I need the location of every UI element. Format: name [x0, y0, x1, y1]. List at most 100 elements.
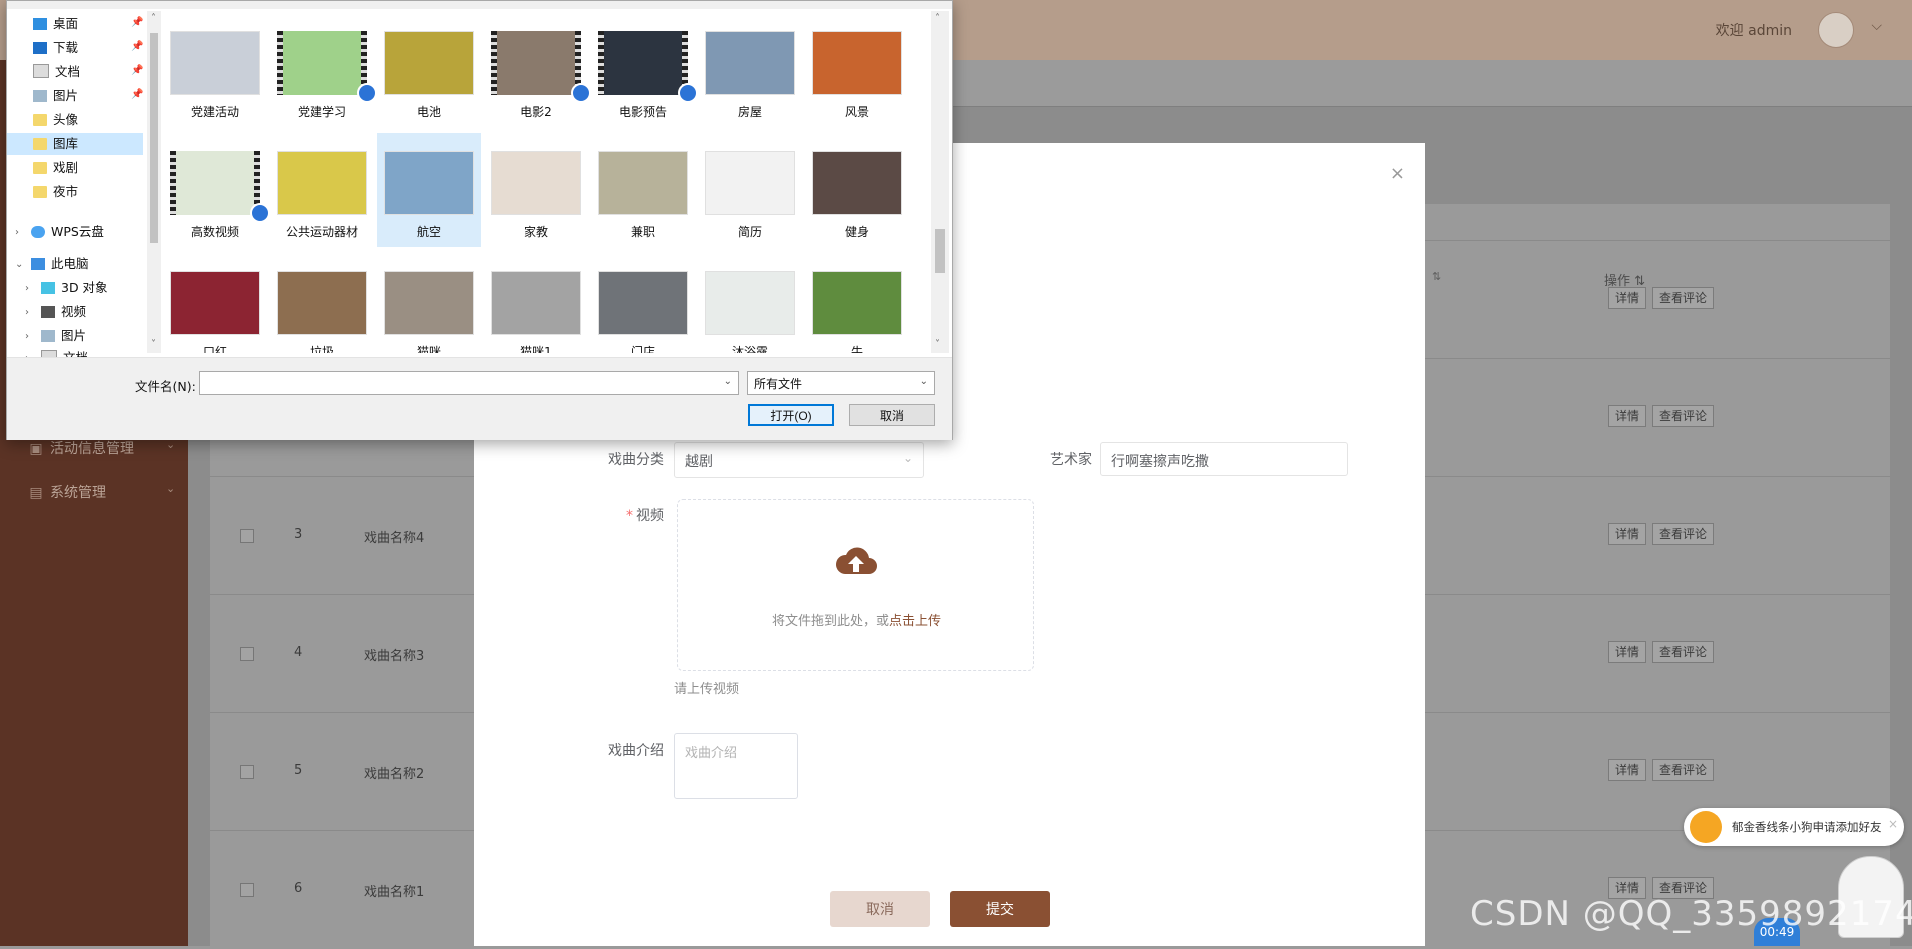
- file-item[interactable]: 猫咪1: [484, 253, 588, 353]
- file-open-dialog: 桌面 📌 下载 📌 文档 📌 图片 📌 头像 图库 戏剧 夜市 › WPS云盘 …: [6, 0, 953, 440]
- sidebar-item-activity[interactable]: ▣ 活动信息管理 ⌄: [28, 438, 175, 458]
- file-item[interactable]: 航空: [377, 133, 481, 247]
- nav-item-label: 图片: [61, 328, 87, 343]
- chevron-down-icon[interactable]: ⌄: [724, 376, 732, 387]
- scroll-up-icon[interactable]: ˄: [935, 13, 940, 24]
- view-comments-button[interactable]: 查看评论: [1652, 759, 1715, 781]
- view-comments-button[interactable]: 查看评论: [1652, 287, 1715, 309]
- chevron-down-icon[interactable]: ⌵: [1871, 18, 1882, 34]
- nav-item-3d-objects[interactable]: 3D 对象: [41, 277, 108, 299]
- filename-input[interactable]: ⌄: [199, 371, 739, 395]
- detail-button[interactable]: 详情: [1608, 641, 1647, 663]
- nav-item-downloads[interactable]: 下载: [33, 37, 78, 59]
- scroll-down-icon[interactable]: ˅: [935, 339, 940, 350]
- scroll-thumb[interactable]: [935, 229, 945, 273]
- nav-item-avatar[interactable]: 头像: [33, 109, 78, 131]
- chevron-right-icon[interactable]: ›: [25, 283, 29, 294]
- file-item[interactable]: 党建活动: [163, 13, 267, 127]
- row-index: 6: [294, 881, 303, 896]
- file-item[interactable]: 沐浴露: [698, 253, 802, 353]
- file-item[interactable]: 简历: [698, 133, 802, 247]
- chevron-right-icon[interactable]: ›: [25, 331, 29, 342]
- intro-textarea[interactable]: 戏曲介绍: [674, 733, 798, 799]
- file-item[interactable]: 电池: [377, 13, 481, 127]
- nav-item-this-pc[interactable]: 此电脑: [31, 253, 89, 275]
- file-item[interactable]: 猫咪: [377, 253, 481, 353]
- row-name: 戏曲名称2: [364, 767, 425, 782]
- nav-item-drama[interactable]: 戏剧: [33, 157, 78, 179]
- file-item[interactable]: 家教: [484, 133, 588, 247]
- image-thumbnail: [812, 151, 902, 215]
- nav-item-documents[interactable]: 文档: [33, 61, 80, 83]
- row-checkbox[interactable]: [240, 529, 254, 543]
- file-item[interactable]: 风景: [805, 13, 909, 127]
- nav-item-gallery[interactable]: 图库: [7, 133, 143, 155]
- folder-icon: [33, 114, 47, 126]
- submit-button[interactable]: 提交: [950, 891, 1050, 927]
- nav-item-label: 视频: [61, 304, 87, 319]
- nav-item-desktop[interactable]: 桌面: [33, 13, 78, 35]
- user-avatar[interactable]: [1818, 12, 1854, 48]
- file-item[interactable]: 口红: [163, 253, 267, 353]
- file-item[interactable]: 党建学习: [270, 13, 377, 127]
- file-item[interactable]: 高数视频: [163, 133, 270, 247]
- file-item[interactable]: 公共运动器材: [270, 133, 374, 247]
- image-thumbnail: [812, 271, 902, 335]
- close-icon[interactable]: ×: [1888, 817, 1898, 831]
- file-item[interactable]: 健身: [805, 133, 909, 247]
- scroll-thumb[interactable]: [150, 33, 158, 243]
- nav-item-wps-cloud[interactable]: WPS云盘: [31, 221, 104, 243]
- artist-input[interactable]: 行啊塞擦声吃撒: [1100, 442, 1348, 476]
- nav-item-label: 3D 对象: [61, 280, 108, 295]
- file-item[interactable]: 电影2: [484, 13, 591, 127]
- open-button[interactable]: 打开(O): [748, 404, 834, 426]
- scroll-down-icon[interactable]: ˅: [151, 339, 156, 350]
- video-upload-dropzone[interactable]: 将文件拖到此处，或点击上传: [677, 499, 1034, 671]
- file-type-filter[interactable]: 所有文件 ⌄: [747, 371, 935, 395]
- cancel-button[interactable]: 取消: [830, 891, 930, 927]
- nav-item-night-market[interactable]: 夜市: [33, 181, 78, 203]
- row-checkbox[interactable]: [240, 765, 254, 779]
- detail-button[interactable]: 详情: [1608, 287, 1647, 309]
- chevron-down-icon[interactable]: ⌄: [15, 259, 23, 270]
- row-checkbox[interactable]: [240, 883, 254, 897]
- friend-request-toast[interactable]: 郁金香线条小狗申请添加好友 ×: [1684, 808, 1904, 846]
- nav-scrollbar[interactable]: ˄ ˅: [147, 11, 161, 353]
- detail-button[interactable]: 详情: [1608, 405, 1647, 427]
- category-select[interactable]: 越剧 ⌄: [674, 442, 924, 478]
- play-badge-icon: [250, 203, 270, 223]
- file-item[interactable]: 电影预告: [591, 13, 698, 127]
- file-item[interactable]: 牛: [805, 253, 909, 353]
- file-name: 口红: [202, 345, 227, 353]
- nav-item-label: 图库: [53, 136, 79, 151]
- file-item[interactable]: 门店: [591, 253, 695, 353]
- file-item[interactable]: 房屋: [698, 13, 802, 127]
- file-item[interactable]: 兼职: [591, 133, 695, 247]
- scroll-up-icon[interactable]: ˄: [151, 13, 156, 24]
- upload-link[interactable]: 点击上传: [889, 614, 941, 629]
- detail-button[interactable]: 详情: [1608, 523, 1647, 545]
- file-grid-scrollbar[interactable]: ˄ ˅: [931, 11, 949, 353]
- video-thumbnail: [491, 31, 591, 103]
- image-thumbnail: [384, 151, 474, 215]
- detail-button[interactable]: 详情: [1608, 759, 1647, 781]
- cloud-upload-icon: [835, 547, 877, 574]
- row-index: 5: [294, 763, 303, 778]
- nav-item-pictures-pc[interactable]: 图片: [41, 325, 86, 347]
- view-comments-button[interactable]: 查看评论: [1652, 523, 1715, 545]
- nav-item-label: 下载: [53, 40, 79, 55]
- dialog-titlebar: [7, 1, 952, 9]
- dialog-cancel-button[interactable]: 取消: [849, 404, 935, 426]
- sidebar-item-system[interactable]: ▤ 系统管理 ⌄: [28, 482, 175, 502]
- close-icon[interactable]: ×: [1390, 163, 1405, 184]
- image-thumbnail: [384, 31, 474, 95]
- chevron-right-icon[interactable]: ›: [15, 227, 19, 238]
- view-comments-button[interactable]: 查看评论: [1652, 641, 1715, 663]
- view-comments-button[interactable]: 查看评论: [1652, 405, 1715, 427]
- file-item[interactable]: 垃圾: [270, 253, 374, 353]
- nav-item-pictures[interactable]: 图片: [33, 85, 78, 107]
- row-checkbox[interactable]: [240, 647, 254, 661]
- chevron-right-icon[interactable]: ›: [25, 307, 29, 318]
- nav-item-videos[interactable]: 视频: [41, 301, 86, 323]
- welcome-text: 欢迎 admin: [1715, 23, 1792, 39]
